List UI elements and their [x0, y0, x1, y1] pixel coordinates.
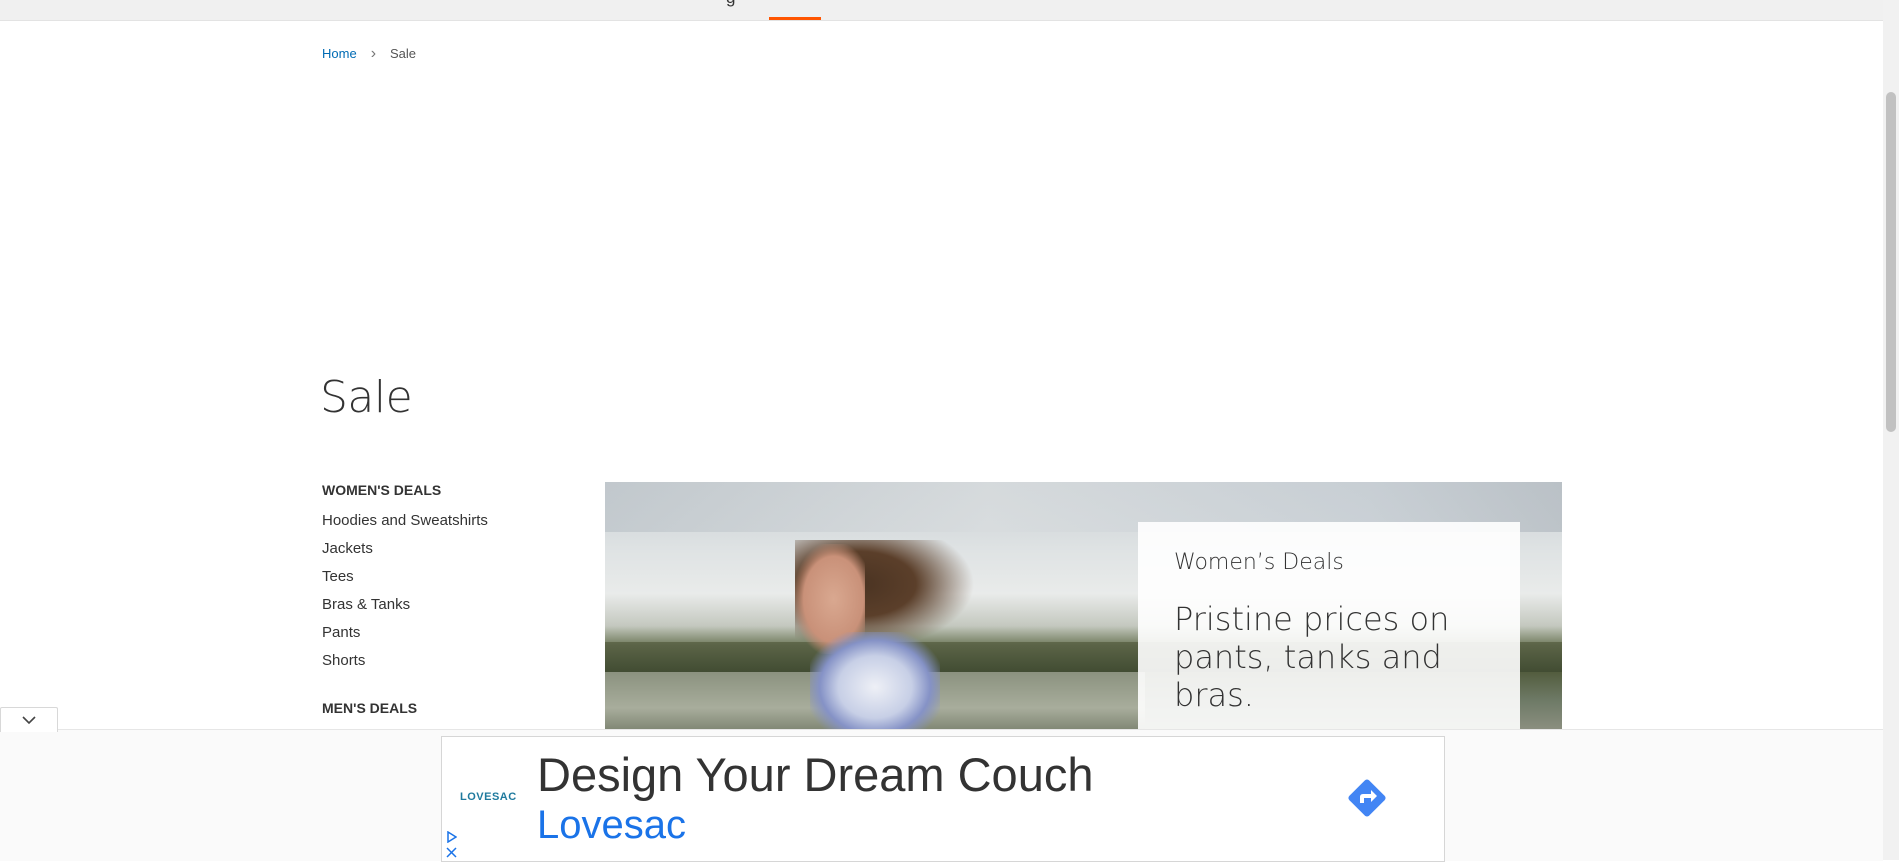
sidebar-link-pants[interactable]: Pants: [322, 618, 562, 648]
adchoices-icon[interactable]: [446, 831, 457, 843]
nav-active-indicator: [769, 17, 821, 20]
womens-deals-heading: WOMEN'S DEALS: [322, 482, 442, 498]
sidebar-link-tees[interactable]: Tees: [322, 562, 562, 592]
ad-brand[interactable]: Lovesac: [537, 803, 686, 848]
breadcrumb-home-link[interactable]: Home: [322, 46, 357, 61]
sidebar-link-bras-tanks[interactable]: Bras & Tanks: [322, 590, 562, 620]
page-scrollbar[interactable]: [1883, 0, 1899, 860]
banner-headline: Pristine prices on pants, tanks and bras…: [1174, 600, 1450, 714]
scrollbar-thumb[interactable]: [1886, 92, 1896, 432]
breadcrumb: Home › Sale: [322, 45, 417, 62]
page-title: Sale: [320, 372, 413, 423]
top-navigation: g: [0, 0, 1883, 21]
ad-collapse-button[interactable]: [0, 707, 58, 732]
mens-deals-heading: MEN'S DEALS: [322, 700, 418, 716]
runner-body-image: [810, 632, 940, 730]
directions-arrow-icon[interactable]: [1345, 776, 1389, 820]
advertisement[interactable]: LOVESAC Design Your Dream Couch Lovesac: [441, 736, 1445, 862]
banner-eyebrow: Women’s Deals: [1174, 550, 1344, 575]
sidebar-link-shorts[interactable]: Shorts: [322, 646, 562, 676]
sidebar-link-jackets[interactable]: Jackets: [322, 534, 562, 564]
breadcrumb-current: Sale: [390, 46, 417, 61]
ad-headline[interactable]: Design Your Dream Couch: [537, 747, 1093, 802]
chevron-down-icon: [22, 715, 36, 724]
banner-promo-box: Women’s Deals Pristine prices on pants, …: [1138, 522, 1520, 730]
breadcrumb-separator-icon: ›: [370, 45, 377, 62]
category-sidebar: WOMEN'S DEALS Hoodies and Sweatshirts Ja…: [322, 482, 562, 716]
womens-deals-banner[interactable]: Women’s Deals Pristine prices on pants, …: [605, 482, 1562, 730]
ad-logo: LOVESAC: [460, 791, 517, 803]
sidebar-link-hoodies[interactable]: Hoodies and Sweatshirts: [322, 506, 562, 536]
close-icon[interactable]: [446, 847, 457, 858]
nav-item-clipped[interactable]: g: [726, 0, 735, 8]
